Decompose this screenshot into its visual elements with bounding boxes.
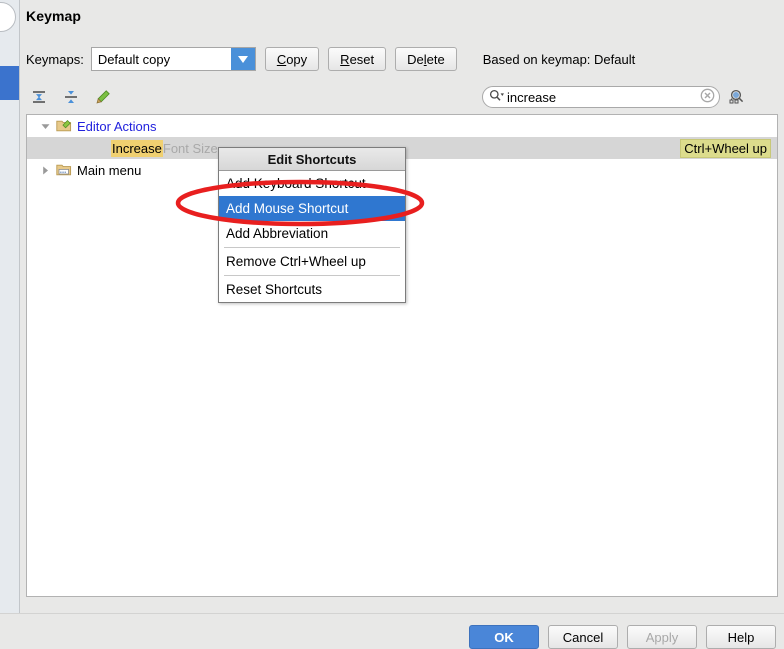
shortcut-badge: Ctrl+Wheel up <box>680 139 771 158</box>
pencil-edit-icon[interactable] <box>92 86 114 108</box>
menu-item-add-abbreviation[interactable]: Add Abbreviation <box>219 221 405 246</box>
keymap-settings-pane: Keymap Keymaps: Default copy Copy Reset … <box>20 0 784 613</box>
collapse-all-icon[interactable] <box>60 86 82 108</box>
twisty-expanded-icon[interactable] <box>35 115 55 137</box>
search-magnifier-icon[interactable] <box>489 89 505 106</box>
menu-item-reset-shortcuts[interactable]: Reset Shortcuts <box>219 277 405 302</box>
context-menu-title: Edit Shortcuts <box>219 148 405 171</box>
based-on-keymap-label: Based on keymap: Default <box>482 51 636 67</box>
menu-separator <box>224 275 400 276</box>
twisty-collapsed-icon[interactable] <box>35 159 55 181</box>
search-area: increase <box>482 86 748 108</box>
tree-row-editor-actions[interactable]: Editor Actions <box>27 115 777 137</box>
tree-node-label: Editor Actions <box>77 118 157 134</box>
keymap-combo-value: Default copy <box>97 51 171 67</box>
menu-item-add-keyboard-shortcut[interactable]: Add Keyboard Shortcut <box>219 171 405 196</box>
edit-shortcuts-context-menu[interactable]: Edit Shortcuts Add Keyboard Shortcut Add… <box>218 147 406 303</box>
search-match-highlight: Increase <box>111 139 163 157</box>
search-input[interactable]: increase <box>482 86 720 108</box>
find-by-shortcut-icon[interactable] <box>726 86 748 108</box>
menu-item-add-mouse-shortcut[interactable]: Add Mouse Shortcut <box>219 196 405 221</box>
twisty-placeholder <box>35 137 55 159</box>
chevron-down-icon[interactable] <box>230 48 255 70</box>
apply-button: Apply <box>627 625 697 649</box>
help-button[interactable]: Help <box>706 625 776 649</box>
dialog-footer: OK Cancel Apply Help <box>0 613 784 649</box>
folder-menu-icon <box>55 159 73 181</box>
circle-icon <box>0 2 16 32</box>
search-input-value: increase <box>507 89 557 105</box>
delete-button[interactable]: De l ete <box>395 47 457 71</box>
dialog-button-row: OK Cancel Apply Help <box>469 625 776 649</box>
ok-button[interactable]: OK <box>469 625 539 649</box>
menu-separator <box>224 247 400 248</box>
copy-button[interactable]: Copy <box>264 47 320 71</box>
keymap-combo-box[interactable]: Default copy <box>90 47 256 71</box>
cancel-button[interactable]: Cancel <box>548 625 618 649</box>
settings-category-rail <box>0 0 20 613</box>
reset-button[interactable]: Reset <box>328 47 387 71</box>
menu-item-remove-shortcut[interactable]: Remove Ctrl+Wheel up <box>219 249 405 274</box>
sidebar-selected-indicator[interactable] <box>0 66 19 100</box>
keymaps-label: Keymaps: <box>26 51 84 67</box>
clear-circle-icon[interactable] <box>700 88 715 106</box>
keymap-selector-row: Keymaps: Default copy Copy Reset De l ete … <box>26 46 635 72</box>
expand-all-icon[interactable] <box>28 86 50 108</box>
tree-toolbar <box>28 86 114 108</box>
tree-node-label: Main menu <box>77 162 142 178</box>
folder-edit-icon <box>55 115 73 137</box>
page-title: Keymap <box>26 8 82 24</box>
tree-node-label-rest: Font Size <box>162 140 218 156</box>
